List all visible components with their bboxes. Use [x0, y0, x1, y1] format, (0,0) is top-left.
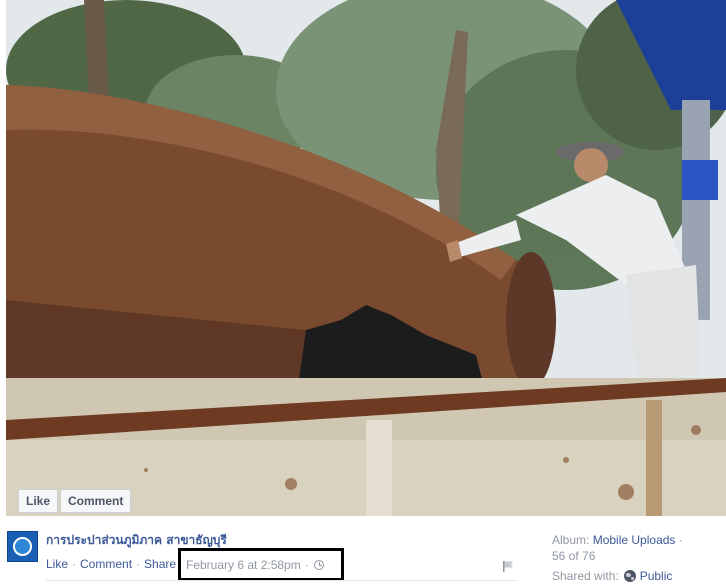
separator: · [678, 533, 683, 547]
share-link[interactable]: Share [144, 557, 176, 571]
album-info: Album: Mobile Uploads · 56 of 76 [552, 532, 683, 564]
photo-comment-button[interactable]: Comment [60, 489, 132, 513]
photo-info-panel: การประปาส่วนภูมิภาค สาขาธัญบุรี Like · C… [0, 516, 726, 586]
timestamp-highlight[interactable]: February 6 at 2:58pm · [178, 548, 344, 581]
photo-actions: Like Comment [18, 489, 132, 513]
logo-emblem-icon [13, 537, 32, 556]
audience-link[interactable]: Public [640, 569, 673, 583]
separator: · [304, 557, 309, 572]
globe-icon [623, 570, 636, 582]
photo-image [6, 0, 726, 516]
divider [46, 580, 516, 581]
separator: · [72, 557, 77, 571]
album-label: Album: [552, 533, 590, 547]
shared-with-label: Shared with: [552, 569, 619, 583]
photo-like-button[interactable]: Like [18, 489, 59, 513]
clock-icon [313, 559, 324, 570]
photo-viewer[interactable]: Like Comment [6, 0, 726, 516]
privacy-info: Shared with: Public [552, 569, 672, 583]
separator: · [136, 557, 141, 571]
timestamp-link[interactable]: February 6 at 2:58pm [186, 558, 301, 572]
album-link[interactable]: Mobile Uploads [593, 533, 676, 547]
page-logo[interactable] [7, 531, 38, 562]
album-position: 56 of 76 [552, 549, 596, 563]
post-actions: Like · Comment · Share [46, 557, 176, 571]
flag-icon[interactable] [502, 560, 514, 572]
comment-link[interactable]: Comment [80, 557, 132, 571]
like-link[interactable]: Like [46, 557, 68, 571]
